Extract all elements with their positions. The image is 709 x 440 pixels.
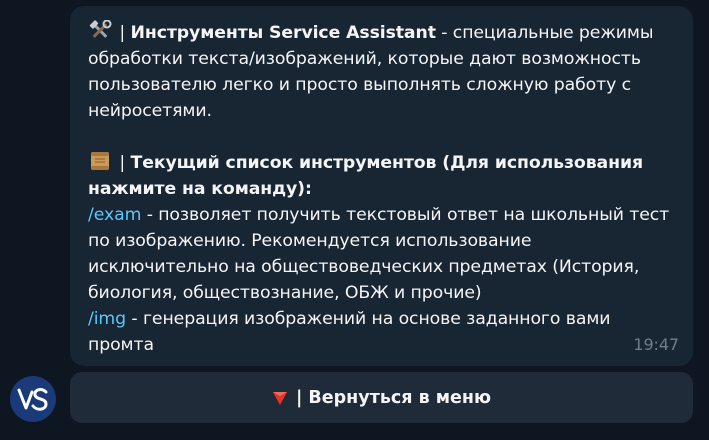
intro-title: Инструменты Service Assistant — [130, 23, 436, 43]
img-command-line: /img - генерация изображений на основе з… — [88, 306, 675, 358]
chat-area: | Инструменты Service Assistant - специа… — [0, 0, 709, 440]
img-command-description: - генерация изображений на основе заданн… — [88, 309, 611, 355]
tools-heading: Текущий список инструментов (Для использ… — [88, 153, 643, 199]
intro-paragraph: | Инструменты Service Assistant - специа… — [88, 20, 675, 124]
intro-separator: | — [114, 23, 131, 43]
bot-avatar[interactable] — [10, 376, 56, 422]
tools-separator: | — [114, 153, 131, 173]
message-bubble: | Инструменты Service Assistant - специа… — [70, 6, 693, 366]
red-triangle-down-icon — [272, 391, 287, 405]
exam-command-line: /exam - позволяет получить текстовый отв… — [88, 202, 675, 306]
back-to-menu-button[interactable]: | Вернуться в меню — [70, 372, 693, 423]
message-timestamp: 19:47 — [633, 335, 679, 354]
scroll-icon — [91, 152, 109, 170]
img-command-link[interactable]: /img — [88, 309, 126, 329]
vs-logo-icon — [17, 388, 48, 411]
exam-command-link[interactable]: /exam — [88, 205, 141, 225]
hammer-and-wrench-icon — [89, 20, 112, 38]
exam-command-description: - позволяет получить текстовый ответ на … — [88, 205, 670, 303]
tools-heading-paragraph: | Текущий список инструментов (Для испол… — [88, 150, 675, 202]
back-to-menu-label: | Вернуться в меню — [295, 387, 492, 408]
